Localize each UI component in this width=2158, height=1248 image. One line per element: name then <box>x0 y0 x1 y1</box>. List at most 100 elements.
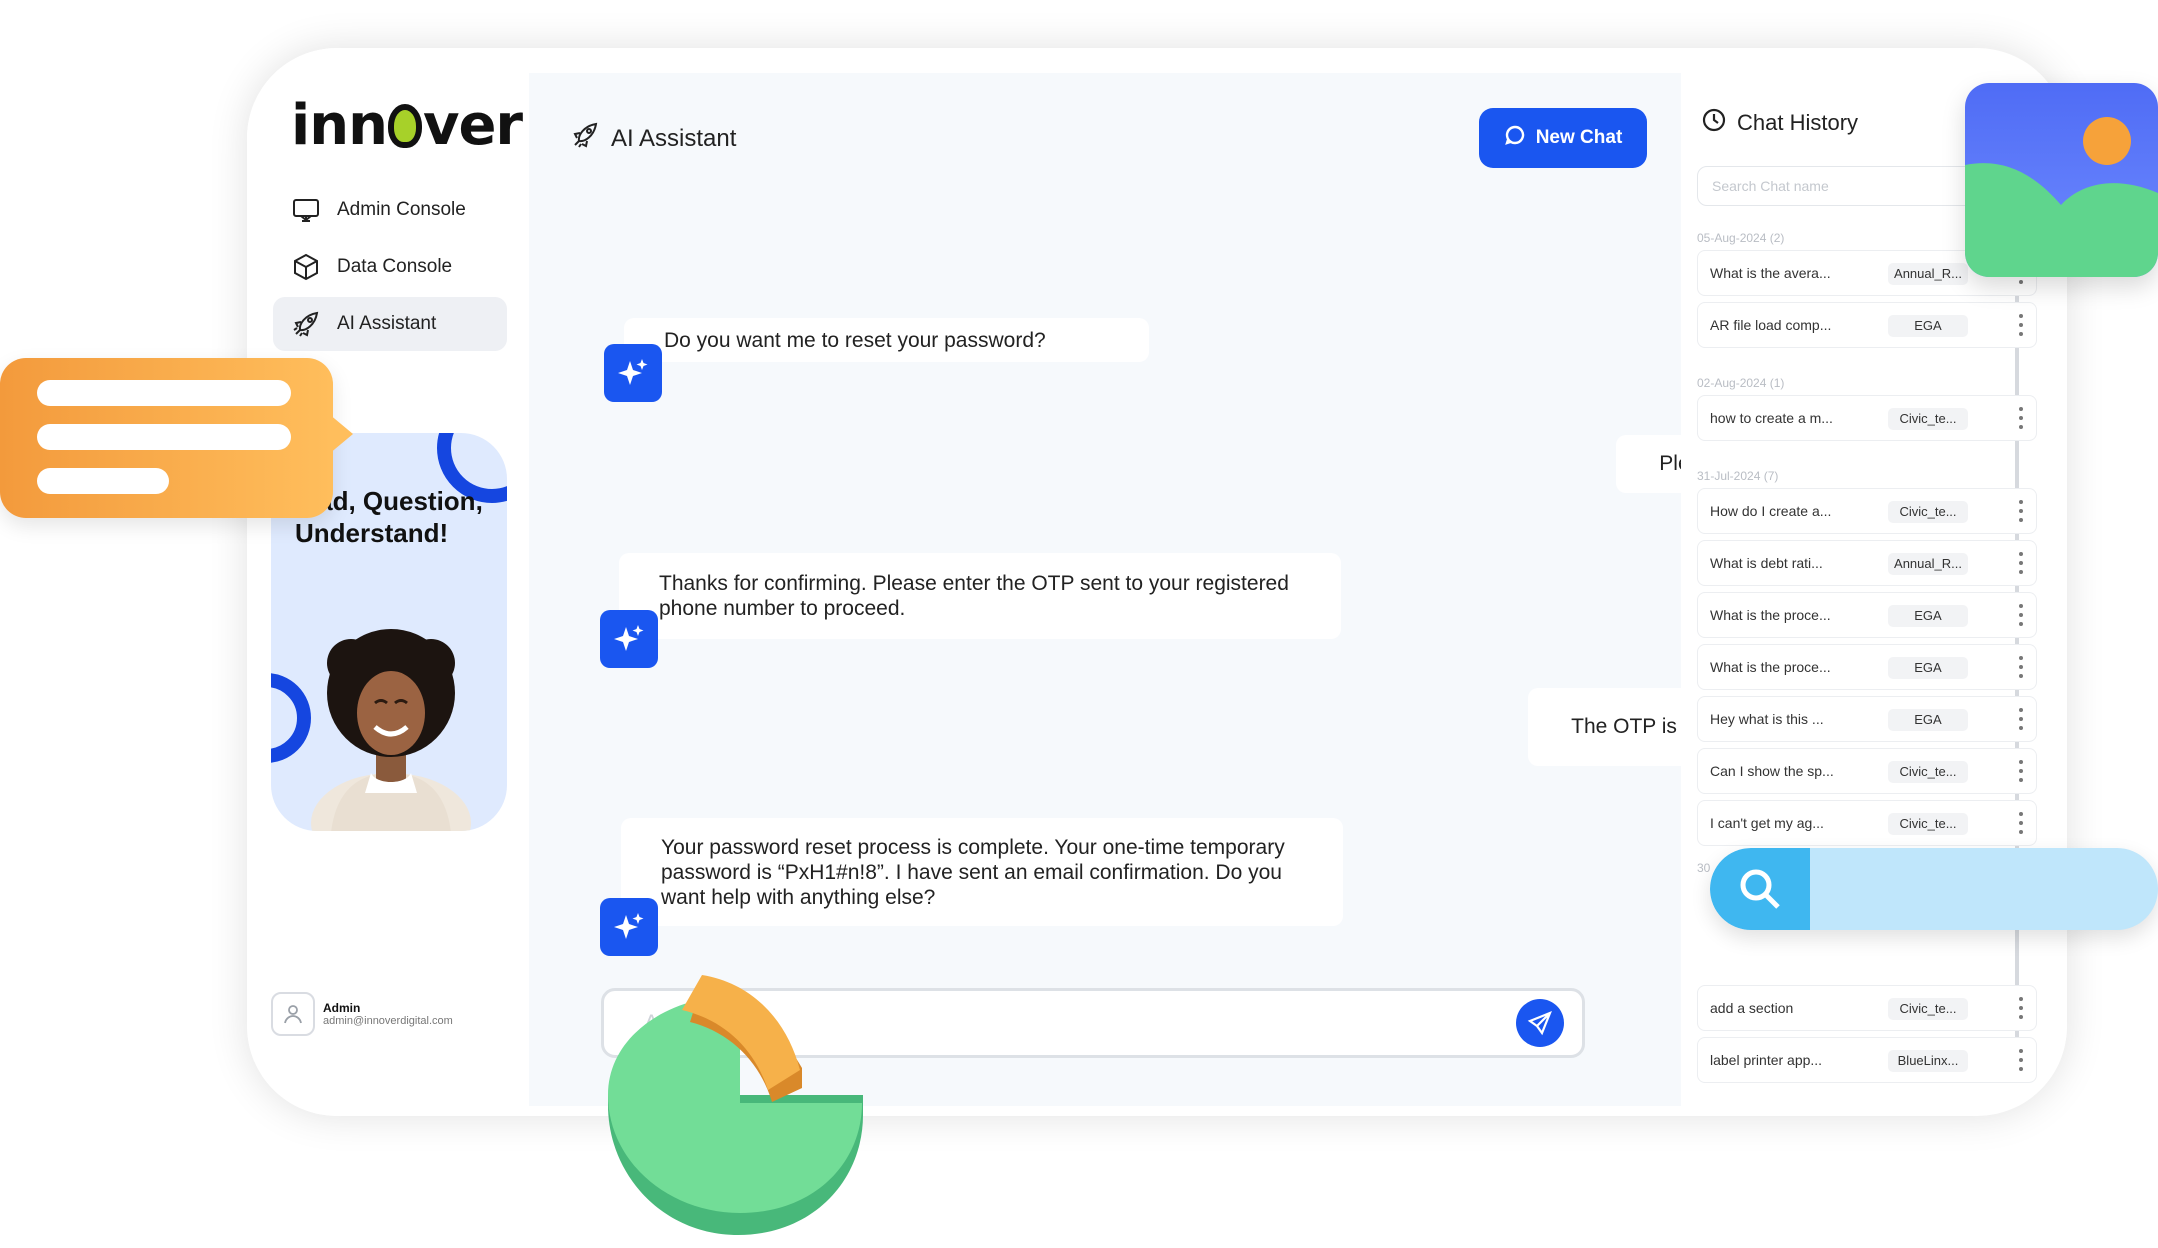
history-item-tag: EGA <box>1888 709 1968 731</box>
kebab-menu-icon[interactable] <box>2016 706 2026 732</box>
chat-history-title-text: Chat History <box>1737 110 1859 135</box>
brand-logo: inn ver <box>291 93 523 158</box>
history-item-title: I can't get my ag... <box>1710 815 1824 831</box>
document-icon <box>0 358 353 518</box>
history-item[interactable]: how to create a m... Civic_te... <box>1697 395 2037 441</box>
assistant-avatar <box>604 344 662 402</box>
history-item-tag: Annual_R... <box>1888 553 1968 575</box>
kebab-menu-icon[interactable] <box>2016 810 2026 836</box>
sparkle-icon <box>618 359 648 385</box>
decorative-line <box>37 424 291 450</box>
message-text: Thanks for confirming. Please enter the … <box>659 572 1289 620</box>
history-item[interactable]: label printer app... BlueLinx... <box>1697 1037 2037 1083</box>
chat-search-input[interactable] <box>1697 166 1997 206</box>
history-item-title: Hey what is this ... <box>1710 711 1824 727</box>
date-group-label: 31-Jul-2024 (7) <box>1697 469 1779 483</box>
decorative-line <box>37 468 169 494</box>
sidebar-item-label: AI Assistant <box>337 313 437 334</box>
assistant-avatar <box>600 898 658 956</box>
chat-history-title: Chat History <box>1701 107 1858 139</box>
message-text: Your password reset process is complete.… <box>661 835 1285 909</box>
app-frame: inn ver Admin Console Data Console AI As… <box>247 48 2067 1116</box>
kebab-menu-icon[interactable] <box>2016 498 2026 524</box>
sidebar-item-data-console[interactable]: Data Console <box>273 240 507 294</box>
history-item-title: What is the proce... <box>1710 659 1831 675</box>
sidebar-item-ai-assistant[interactable]: AI Assistant <box>273 297 507 351</box>
sidebar-item-admin-console[interactable]: Admin Console <box>273 183 507 237</box>
history-item-tag: BlueLinx... <box>1888 1050 1968 1072</box>
pie-chart-icon <box>608 975 863 1235</box>
cube-icon <box>291 252 321 282</box>
monitor-icon <box>291 195 321 225</box>
decorative-tail <box>329 414 353 454</box>
history-item-tag: Civic_te... <box>1888 813 1968 835</box>
date-group-label: 02-Aug-2024 (1) <box>1697 376 1785 390</box>
history-item[interactable]: What is the proce... EGA <box>1697 644 2037 690</box>
history-item-tag: EGA <box>1888 605 1968 627</box>
avatar <box>271 992 315 1036</box>
date-group-label: 05-Aug-2024 (2) <box>1697 231 1785 245</box>
sidebar: inn ver Admin Console Data Console AI As… <box>247 48 529 1116</box>
decorative-line <box>37 380 291 406</box>
history-item-title: AR file load comp... <box>1710 317 1832 333</box>
history-item[interactable]: Can I show the sp... Civic_te... <box>1697 748 2037 794</box>
page-title: AI Assistant <box>571 121 736 156</box>
sidebar-item-label: Data Console <box>337 256 453 277</box>
new-chat-button[interactable]: New Chat <box>1479 108 1647 168</box>
date-group-label: 30 <box>1697 861 1711 875</box>
history-item[interactable]: Hey what is this ... EGA <box>1697 696 2037 742</box>
history-item-title: What is the avera... <box>1710 265 1831 281</box>
clock-icon <box>1701 107 1727 139</box>
kebab-menu-icon[interactable] <box>2016 602 2026 628</box>
kebab-menu-icon[interactable] <box>2016 550 2026 576</box>
history-item-title: how to create a m... <box>1710 410 1833 426</box>
person-illustration <box>311 629 471 831</box>
kebab-menu-icon[interactable] <box>2016 312 2026 338</box>
history-item[interactable]: How do I create a... Civic_te... <box>1697 488 2037 534</box>
history-item[interactable]: What is the proce... EGA <box>1697 592 2037 638</box>
history-item-title: What is debt rati... <box>1710 555 1823 571</box>
history-item-title: add a section <box>1710 1000 1794 1016</box>
kebab-menu-icon[interactable] <box>2016 654 2026 680</box>
user-profile[interactable]: Admin admin@innoverdigital.com <box>271 992 453 1036</box>
stage: inn ver Admin Console Data Console AI As… <box>0 0 2158 1248</box>
history-item-tag: Civic_te... <box>1888 408 1968 430</box>
history-item[interactable]: I can't get my ag... Civic_te... <box>1697 800 2037 846</box>
chat-bubble-icon <box>1504 124 1526 152</box>
assistant-message: Thanks for confirming. Please enter the … <box>619 553 1341 639</box>
sidebar-nav: Admin Console Data Console AI Assistant <box>273 183 507 354</box>
history-item[interactable]: What is debt rati... Annual_R... <box>1697 540 2037 586</box>
user-name: Admin <box>323 1001 361 1015</box>
history-item-tag: EGA <box>1888 657 1968 679</box>
history-item-title: label printer app... <box>1710 1052 1823 1068</box>
kebab-menu-icon[interactable] <box>2016 1047 2026 1073</box>
new-chat-label: New Chat <box>1535 127 1623 148</box>
history-item-tag: Civic_te... <box>1888 501 1968 523</box>
history-item-tag: EGA <box>1888 315 1968 337</box>
search-icon <box>1710 848 1810 930</box>
kebab-menu-icon[interactable] <box>2016 758 2026 784</box>
page-title-text: AI Assistant <box>611 124 737 152</box>
search-bar-illustration <box>1710 848 2158 930</box>
image-icon <box>1965 83 2158 277</box>
send-icon <box>1527 1011 1552 1036</box>
history-item-title: What is the proce... <box>1710 607 1831 623</box>
history-item[interactable]: add a section Civic_te... <box>1697 985 2037 1031</box>
send-button[interactable] <box>1516 999 1564 1047</box>
chat-panel: AI Assistant New Chat Do you want me to … <box>529 73 1828 1106</box>
user-email: admin@innoverdigital.com <box>323 1015 453 1027</box>
rocket-icon <box>291 309 321 339</box>
message-text: Do you want me to reset your password? <box>664 328 1046 352</box>
kebab-menu-icon[interactable] <box>2016 405 2026 431</box>
history-item-tag: Civic_te... <box>1888 998 1968 1020</box>
history-item-tag: Annual_R... <box>1888 263 1968 285</box>
kebab-menu-icon[interactable] <box>2016 995 2026 1021</box>
rocket-icon <box>571 121 599 156</box>
history-item-tag: Civic_te... <box>1888 761 1968 783</box>
bulb-icon <box>387 104 422 148</box>
history-item[interactable]: AR file load comp... EGA <box>1697 302 2037 348</box>
sparkle-icon <box>614 913 644 939</box>
history-item-title: Can I show the sp... <box>1710 763 1834 779</box>
assistant-avatar <box>600 610 658 668</box>
assistant-message: Your password reset process is complete.… <box>621 818 1343 926</box>
